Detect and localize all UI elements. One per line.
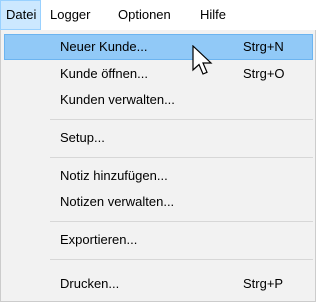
menu-item-kunden-verwalten[interactable]: Kunden verwalten...: [4, 87, 313, 113]
menu-item-shortcut: Strg+N: [243, 39, 284, 54]
menu-separator: [50, 221, 313, 222]
menu-item-notizen-verwalten[interactable]: Notizen verwalten...: [4, 189, 313, 215]
arrow-pointer-icon: [192, 45, 213, 75]
menu-item-label: Kunden verwalten...: [60, 92, 175, 107]
menu-item-label: Notiz hinzufügen...: [60, 168, 168, 183]
menu-item-label: Drucken...: [60, 276, 120, 291]
menu-logger[interactable]: Logger: [50, 0, 90, 30]
menu-item-kunde-oeffnen[interactable]: Kunde öffnen... Strg+O: [4, 61, 313, 87]
menu-hilfe[interactable]: Hilfe: [200, 0, 226, 30]
menu-item-label: Setup...: [60, 130, 105, 145]
menu-separator: [50, 119, 313, 120]
menu-item-label: Exportieren...: [60, 232, 138, 247]
menu-item-setup[interactable]: Setup...: [4, 125, 313, 151]
menu-item-label: Kunde öffnen...: [60, 66, 148, 81]
menu-separator: [50, 259, 313, 260]
menu-item-exportieren[interactable]: Exportieren...: [4, 227, 313, 253]
menu-item-label: Notizen verwalten...: [60, 194, 175, 209]
menu-datei[interactable]: Datei: [0, 0, 41, 30]
menu-item-shortcut: Strg+O: [243, 66, 285, 81]
menu-item-drucken[interactable]: Drucken... Strg+P: [4, 271, 313, 297]
datei-dropdown-menu: Neuer Kunde... Strg+N Kunde öffnen... St…: [0, 30, 316, 302]
menu-item-neuer-kunde[interactable]: Neuer Kunde... Strg+N: [4, 34, 313, 60]
menu-item-label: Neuer Kunde...: [60, 39, 148, 54]
menu-bar: Datei Logger Optionen Hilfe: [0, 0, 320, 30]
menu-optionen[interactable]: Optionen: [118, 0, 171, 30]
menu-item-shortcut: Strg+P: [243, 276, 284, 291]
menu-separator: [50, 157, 313, 158]
menu-item-notiz-hinzufuegen[interactable]: Notiz hinzufügen...: [4, 163, 313, 189]
